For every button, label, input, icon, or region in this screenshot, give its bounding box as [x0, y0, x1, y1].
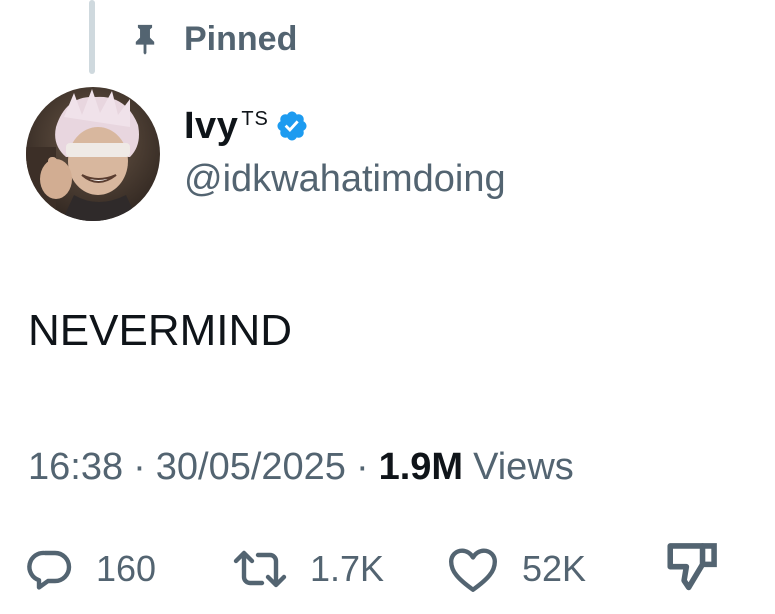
pinned-indicator: Pinned — [128, 18, 297, 60]
repost-button[interactable]: 1.7K — [232, 536, 384, 602]
views-count: 1.9M — [378, 445, 464, 488]
verified-badge-icon — [269, 109, 309, 143]
author-handle[interactable]: @idkwahatimdoing — [184, 158, 506, 201]
meta-separator: · — [133, 445, 146, 488]
name-suffix: TS — [241, 108, 269, 130]
tweet-text: NEVERMIND — [28, 306, 293, 355]
reply-button[interactable]: 160 — [26, 536, 156, 602]
thread-connector-line — [89, 0, 95, 74]
tweet-meta: 16:38 · 30/05/2025 · 1.9M Views — [28, 444, 574, 490]
meta-separator: · — [355, 445, 369, 488]
display-name[interactable]: Ivy — [184, 105, 238, 148]
pinned-label: Pinned — [184, 19, 298, 58]
heart-icon — [446, 545, 500, 593]
pin-icon — [128, 21, 162, 57]
reply-count: 160 — [96, 548, 157, 589]
reply-icon — [26, 545, 74, 593]
action-bar: 160 1.7K 52K — [0, 536, 775, 602]
tweet-time[interactable]: 16:38 — [28, 446, 123, 489]
tweet-date[interactable]: 30/05/2025 — [156, 446, 346, 489]
views-label: Views — [473, 445, 574, 488]
share-button[interactable] — [660, 536, 722, 602]
avatar[interactable] — [26, 87, 160, 221]
like-count: 52K — [522, 548, 587, 589]
repost-count: 1.7K — [310, 548, 385, 589]
repost-icon — [232, 545, 288, 593]
author-name-row[interactable]: Ivy TS — [184, 102, 309, 150]
like-button[interactable]: 52K — [446, 536, 586, 602]
share-icon — [660, 539, 722, 599]
